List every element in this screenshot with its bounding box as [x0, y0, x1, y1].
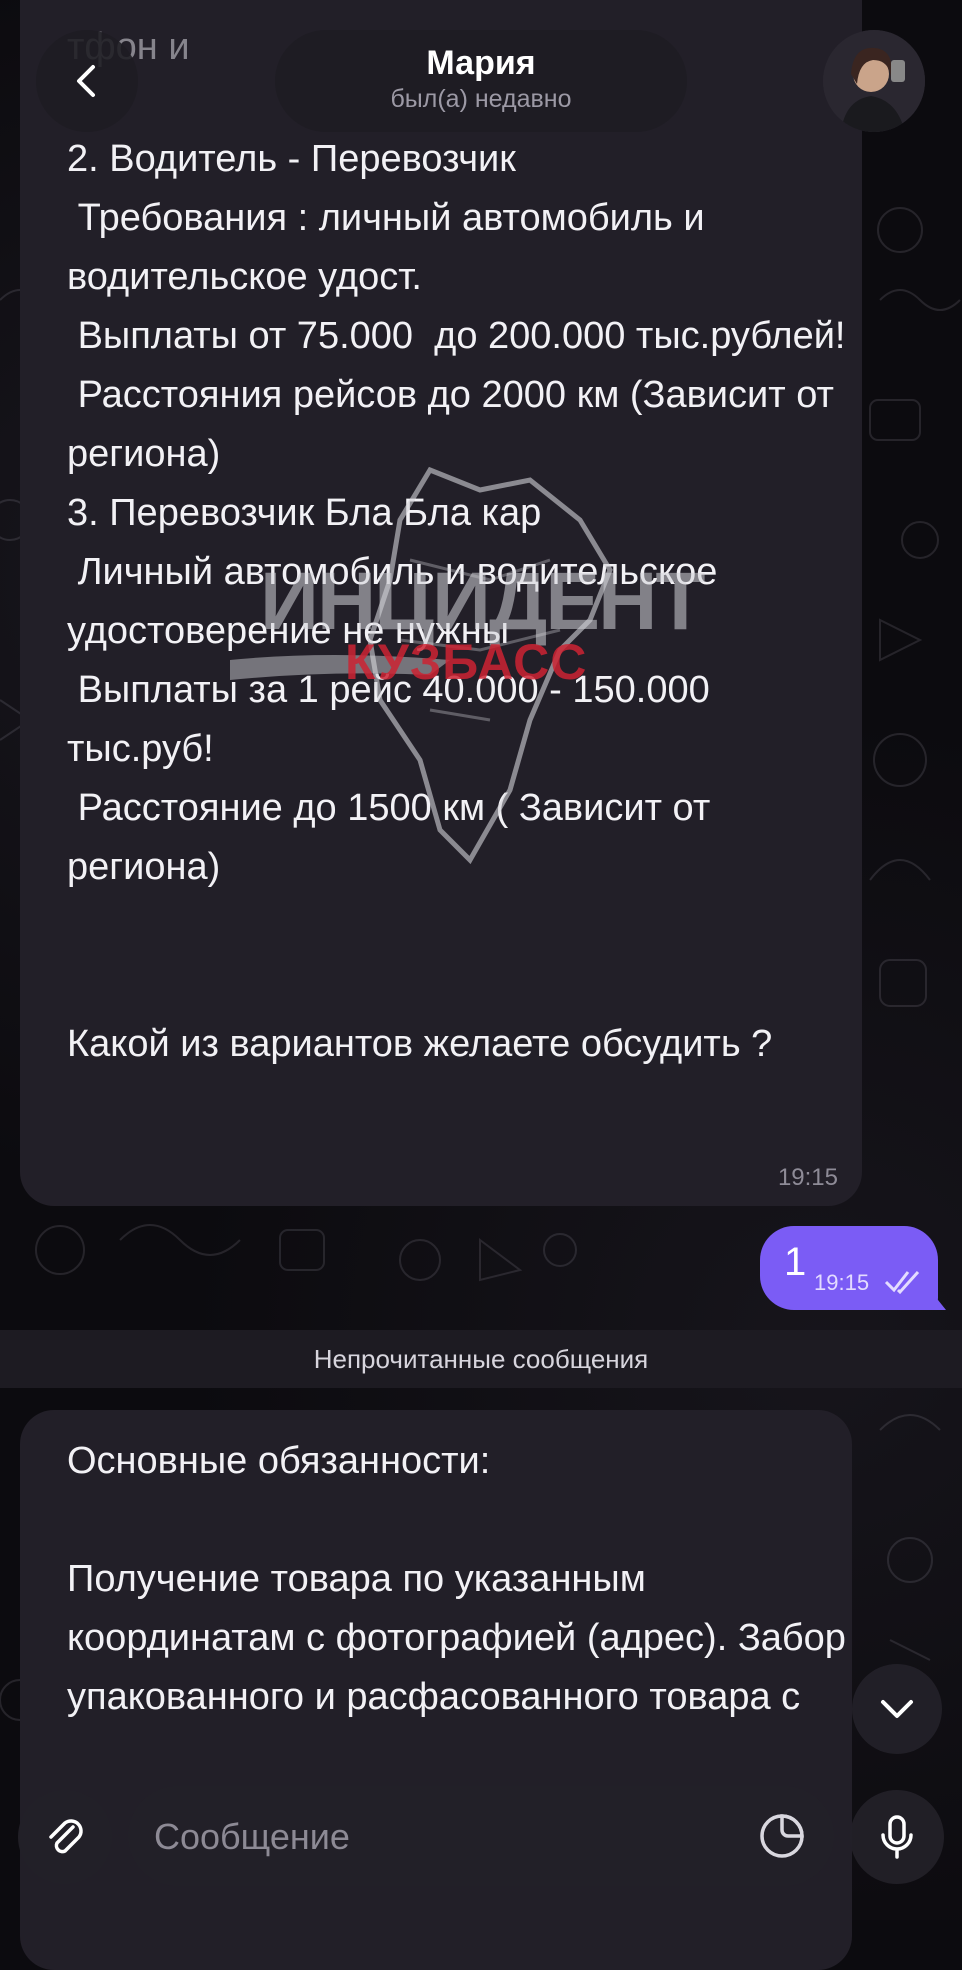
message-input[interactable]	[152, 1786, 736, 1888]
back-button[interactable]	[36, 30, 138, 132]
avatar[interactable]	[823, 30, 925, 132]
outgoing-bubble-tail	[922, 1280, 946, 1310]
message-text-2: Основные обязанности: Получение товара п…	[67, 1440, 846, 1718]
watermark-subtitle: КУЗБАСС	[345, 634, 588, 690]
chevron-left-icon	[77, 65, 95, 97]
double-check-icon	[884, 1270, 920, 1295]
scroll-down-button[interactable]	[852, 1664, 942, 1754]
sticker-icon[interactable]	[756, 1810, 808, 1862]
message-input-container	[128, 1786, 834, 1888]
contact-status: был(а) недавно	[390, 85, 572, 113]
message-time: 19:15	[777, 1164, 838, 1191]
chevron-down-icon	[881, 1700, 913, 1718]
microphone-icon	[881, 1815, 913, 1859]
outgoing-message-bubble[interactable]: 1 19:15	[760, 1226, 938, 1310]
outgoing-message-time: 19:15	[814, 1270, 870, 1295]
microphone-button[interactable]	[850, 1790, 944, 1884]
chat-title[interactable]: Мария был(а) недавно	[275, 30, 687, 132]
avatar-photo-icon	[823, 30, 925, 132]
attach-button[interactable]	[18, 1790, 112, 1884]
unread-label: Непрочитанные сообщения	[313, 1343, 649, 1374]
unread-messages-divider: Непрочитанные сообщения	[0, 1330, 962, 1388]
contact-name: Мария	[426, 44, 536, 82]
outgoing-message-text: 1	[784, 1240, 807, 1284]
paperclip-icon	[49, 1819, 83, 1854]
